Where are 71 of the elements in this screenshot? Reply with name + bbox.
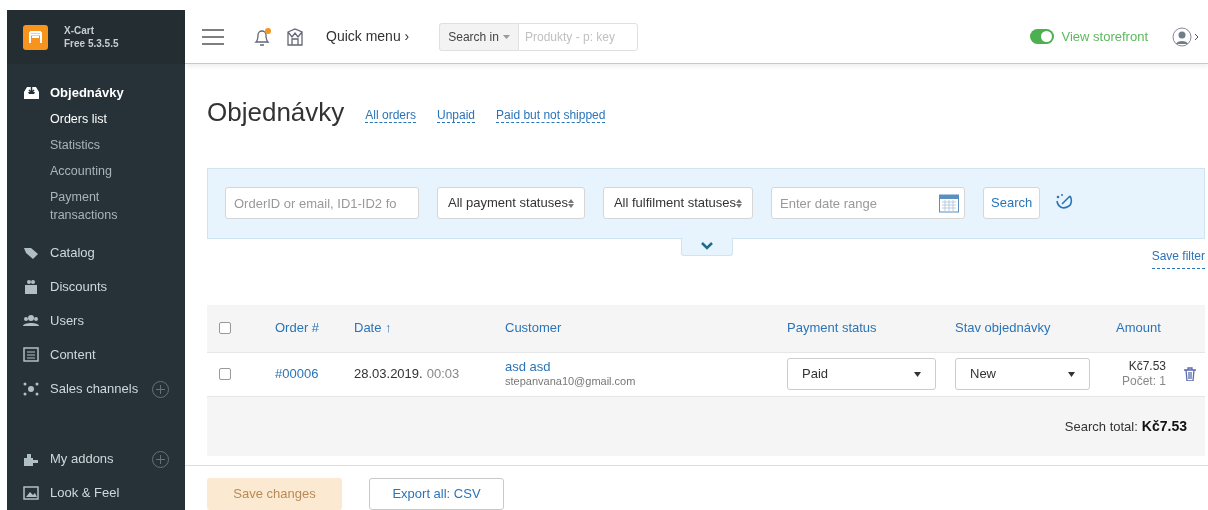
column-header[interactable]: Payment status	[787, 320, 877, 336]
version-label: Free 5.3.5.5	[64, 37, 119, 50]
menu-icon	[202, 27, 224, 46]
sidebar-subitem[interactable]: Statistics	[7, 132, 185, 159]
puzzle-icon	[23, 451, 40, 467]
count-text: Počet: 1	[1121, 374, 1166, 390]
plus-icon	[152, 380, 169, 398]
trash-icon	[1184, 367, 1196, 382]
storefront-toggle[interactable]	[1029, 29, 1054, 44]
logo-icon	[23, 24, 48, 50]
payment-status-dropdown[interactable]: All payment statuses	[437, 187, 585, 220]
expand-tab[interactable]	[681, 237, 733, 256]
users-icon	[23, 313, 40, 329]
sidebar-item[interactable]: Discounts	[50, 277, 169, 297]
customer-email: stepanvana10@gmail.com	[505, 374, 637, 390]
checkbox[interactable]	[219, 322, 231, 335]
checkbox[interactable]	[219, 368, 231, 381]
gift-icon	[23, 279, 40, 295]
search-field[interactable]: OrderID or email, ID1-ID2 fo	[225, 187, 419, 220]
filter-link[interactable]: Paid but not shipped	[496, 107, 606, 123]
search-button[interactable]: Search	[983, 187, 1041, 220]
caret-icon	[1068, 371, 1075, 377]
column-header[interactable]: Stav objednávky	[955, 320, 1051, 336]
column-header[interactable]: Order #	[275, 320, 320, 336]
page-title: Objednávky	[207, 96, 345, 127]
calendar-icon	[939, 193, 960, 214]
total-label: Search total:	[1064, 417, 1138, 436]
total-value: Kč7.53	[1141, 416, 1187, 436]
caret-icon	[914, 371, 921, 377]
caret-icon	[502, 34, 510, 39]
table-cell-text: 28.03.2019.	[354, 365, 423, 384]
sidebar-item[interactable]: Sales channels	[50, 379, 142, 399]
sidebar-section[interactable]: Objednávky	[50, 83, 124, 103]
payment-status-dropdown[interactable]: Paid	[787, 358, 936, 391]
network-icon	[23, 381, 40, 397]
date-range-field[interactable]: Enter date range	[771, 187, 966, 220]
sidebar-item[interactable]: Content	[50, 345, 169, 365]
export-button[interactable]: Export all: CSV	[369, 478, 504, 510]
save-filter-link[interactable]: Save filter	[1151, 248, 1205, 269]
search-field[interactable]: Produkty - p: key	[517, 22, 639, 51]
column-header[interactable]: Customer	[505, 320, 562, 336]
filter-link[interactable]: Unpaid	[437, 107, 476, 123]
column-header[interactable]: Date ↑	[354, 320, 392, 336]
sidebar-item[interactable]: My addons	[50, 449, 142, 469]
brand-name: X-Cart	[64, 24, 95, 37]
filter-link[interactable]: All orders	[365, 107, 416, 123]
newspaper-icon	[23, 347, 40, 363]
image-icon	[23, 485, 40, 501]
inbox-icon	[23, 85, 40, 102]
order-link[interactable]: #00006	[275, 366, 319, 382]
tag-icon	[23, 245, 40, 261]
customer-link[interactable]: asd asd	[505, 359, 551, 375]
sidebar-item[interactable]: Catalog	[50, 243, 169, 263]
fulfilment-status-dropdown[interactable]: All fulfilment statuses	[602, 187, 754, 220]
amount-text: Kč7.53	[1128, 359, 1166, 375]
table-cell-text: 00:03	[426, 365, 460, 384]
column-header[interactable]: Amount	[1116, 320, 1161, 336]
sidebar-item[interactable]: Look & Feel	[50, 483, 169, 503]
order-status-dropdown[interactable]: New	[955, 358, 1090, 391]
user-icon	[1172, 26, 1200, 47]
sidebar-subitem[interactable]: Payment transactions	[7, 184, 185, 229]
sort-arrows-icon	[567, 198, 574, 208]
chevron-down-icon	[701, 242, 713, 251]
box-icon	[286, 26, 304, 47]
sort-arrows-icon	[736, 198, 743, 208]
sidebar-item[interactable]: Users	[50, 311, 169, 331]
quick-menu-link[interactable]: Quick menu ›	[326, 26, 410, 47]
sidebar-subitem[interactable]: Accounting	[7, 158, 185, 185]
sidebar-subitem[interactable]: Orders list	[7, 106, 185, 133]
plus-icon	[152, 450, 169, 468]
search-scope-dropdown[interactable]: Search in	[439, 22, 518, 51]
